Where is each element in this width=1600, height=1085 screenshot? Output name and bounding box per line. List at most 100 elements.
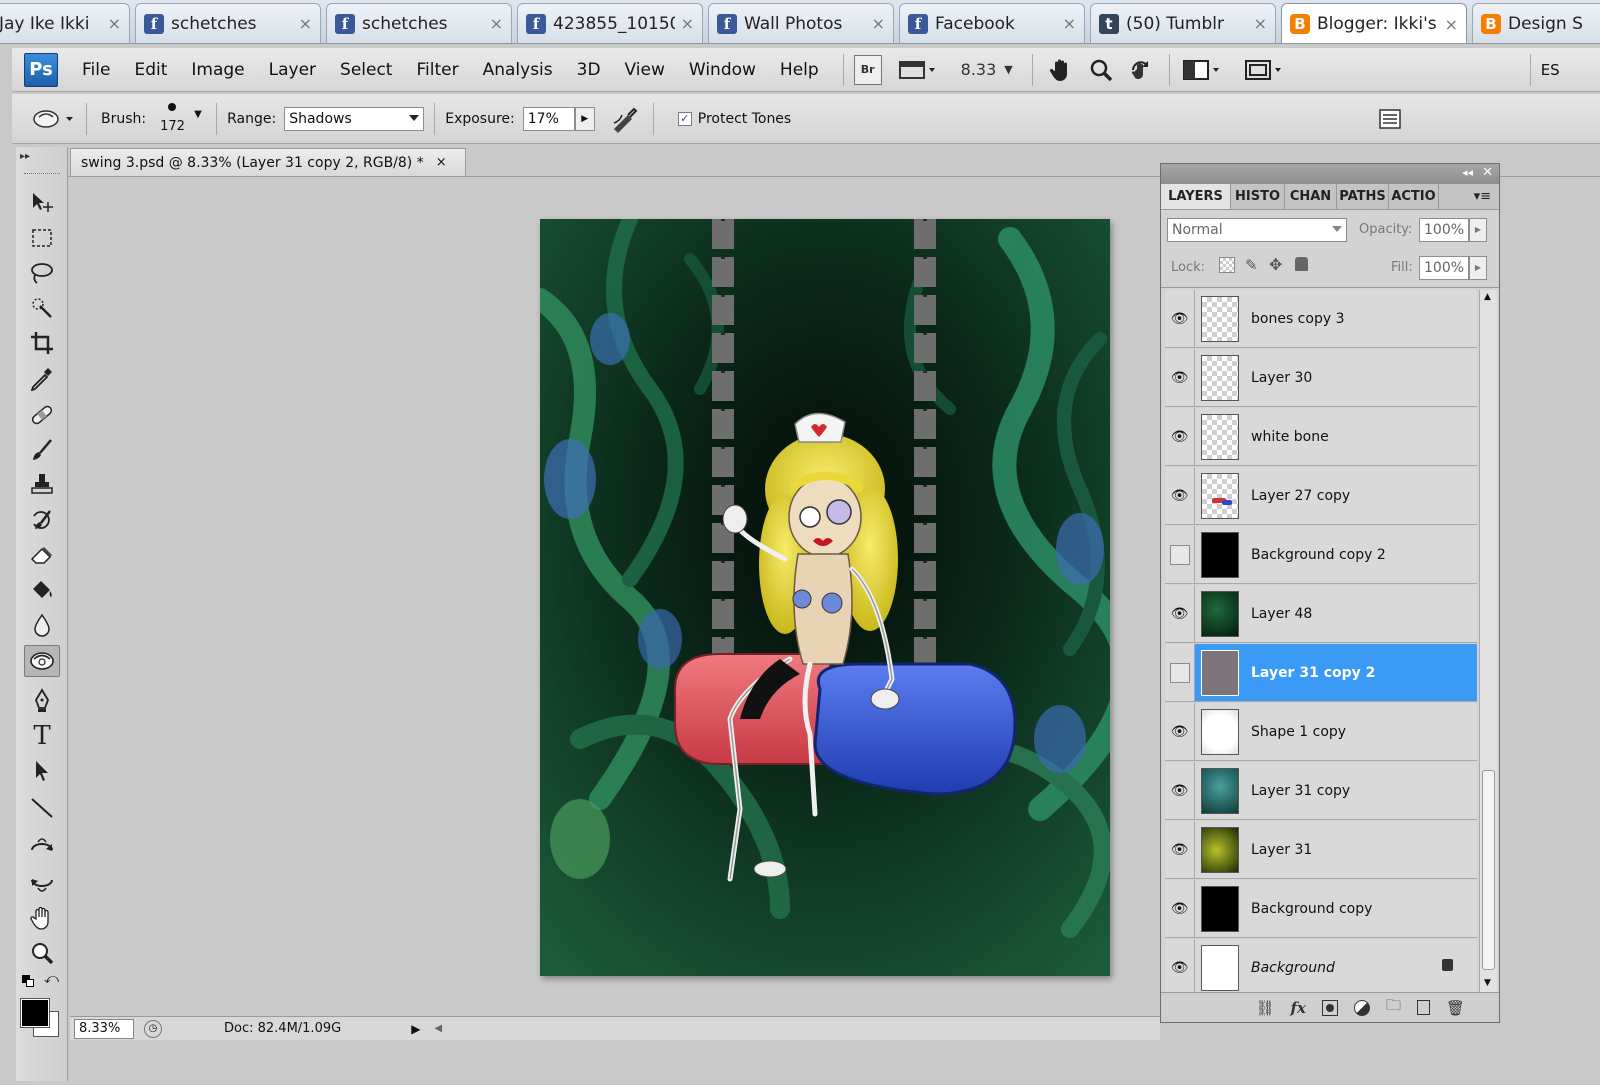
lasso-tool-icon[interactable] xyxy=(24,257,60,289)
opacity-slider-button[interactable]: ▶ xyxy=(1469,218,1487,242)
browser-tab-3[interactable]: f schetches × xyxy=(326,3,512,43)
link-layers-icon[interactable]: ⛓ xyxy=(1255,999,1274,1017)
browser-tab-9[interactable]: B Design S xyxy=(1472,3,1600,43)
visibility-toggle[interactable]: 👁 xyxy=(1165,349,1195,406)
panel-toggle-button[interactable] xyxy=(1377,104,1403,134)
browser-tab-2[interactable]: f schetches × xyxy=(135,3,321,43)
scroll-down-icon[interactable]: ▼ xyxy=(1484,978,1491,988)
visibility-toggle[interactable]: 👁 xyxy=(1165,880,1195,937)
hand-tool-button[interactable] xyxy=(1043,55,1079,85)
crop-tool-icon[interactable] xyxy=(24,327,60,359)
workspace-switcher[interactable]: ES xyxy=(1541,61,1560,79)
menu-help[interactable]: Help xyxy=(780,60,819,80)
paint-bucket-tool-icon[interactable] xyxy=(24,574,60,606)
marquee-tool-icon[interactable] xyxy=(24,222,60,254)
collapse-panel-icon[interactable]: ◂◂ xyxy=(1462,166,1473,179)
3d-orbit-tool-icon[interactable] xyxy=(24,867,60,899)
layer-style-icon[interactable]: fx xyxy=(1291,999,1306,1017)
close-icon[interactable]: × xyxy=(299,14,312,33)
visibility-toggle[interactable] xyxy=(1165,644,1195,701)
quick-selection-tool-icon[interactable] xyxy=(24,292,60,324)
lock-transparency-icon[interactable] xyxy=(1219,257,1235,273)
close-icon[interactable]: × xyxy=(1254,14,1267,33)
menu-view[interactable]: View xyxy=(625,60,665,80)
menu-window[interactable]: Window xyxy=(689,60,756,80)
bridge-button[interactable]: Br xyxy=(853,54,882,85)
exposure-slider-button[interactable]: ▶ xyxy=(574,106,595,131)
layer-row[interactable]: Background copy 2 xyxy=(1165,526,1477,584)
layer-row[interactable]: 👁 white bone xyxy=(1165,408,1477,466)
swap-colors-icon[interactable]: ⤺ xyxy=(44,971,59,987)
dodge-burn-tool-icon[interactable] xyxy=(24,645,60,677)
scroll-thumb[interactable] xyxy=(1482,770,1495,970)
document-canvas[interactable] xyxy=(540,219,1110,976)
new-layer-icon[interactable] xyxy=(1416,1000,1430,1015)
browser-tab-6[interactable]: f Facebook × xyxy=(899,3,1085,43)
path-selection-tool-icon[interactable] xyxy=(24,755,60,787)
zoom-level-field[interactable]: 8.33% xyxy=(74,1018,134,1039)
layer-row[interactable]: 👁 Shape 1 copy xyxy=(1165,703,1477,761)
panel-menu-icon[interactable]: ▾≡ xyxy=(1439,184,1497,209)
menu-layer[interactable]: Layer xyxy=(269,60,316,80)
menu-filter[interactable]: Filter xyxy=(416,60,458,80)
layer-row[interactable]: 👁 Layer 31 copy xyxy=(1165,762,1477,820)
visibility-toggle[interactable]: 👁 xyxy=(1165,939,1195,992)
browser-tab-1[interactable]: Jay Ike Ikki × xyxy=(0,3,130,43)
status-info-icon[interactable]: ◷ xyxy=(144,1019,162,1038)
panel-collapse-icon[interactable]: ▸▸ xyxy=(20,151,30,162)
close-icon[interactable]: × xyxy=(1445,15,1458,34)
layer-row[interactable]: 👁 bones copy 3 xyxy=(1165,290,1477,348)
adjustment-layer-icon[interactable] xyxy=(1353,999,1370,1016)
browser-tab-4[interactable]: f 423855_1015067 × xyxy=(517,3,703,43)
visibility-toggle[interactable]: 👁 xyxy=(1165,585,1195,642)
layer-mask-icon[interactable] xyxy=(1321,999,1338,1016)
delete-layer-icon[interactable]: 🗑 xyxy=(1446,999,1465,1017)
layer-row[interactable]: 👁 Background xyxy=(1165,939,1477,992)
menu-analysis[interactable]: Analysis xyxy=(483,60,553,80)
foreground-color-swatch[interactable] xyxy=(20,998,50,1028)
visibility-toggle[interactable] xyxy=(1165,526,1195,583)
eyedropper-tool-icon[interactable] xyxy=(24,362,60,394)
healing-brush-tool-icon[interactable] xyxy=(24,399,60,431)
lock-all-icon[interactable] xyxy=(1295,257,1308,271)
arrange-documents-button[interactable] xyxy=(1180,55,1228,85)
status-menu-arrow-icon[interactable]: ▶ xyxy=(411,1022,420,1036)
visibility-toggle[interactable]: 👁 xyxy=(1165,408,1195,465)
horizontal-scroll-left-icon[interactable]: ◀ xyxy=(434,1023,442,1034)
protect-tones-checkbox[interactable]: ✓ xyxy=(677,111,692,126)
brush-tool-icon[interactable] xyxy=(24,434,60,466)
layer-row[interactable]: 👁 Layer 48 xyxy=(1165,585,1477,643)
menu-file[interactable]: File xyxy=(82,60,110,80)
layers-scrollbar[interactable]: ▲ ▼ xyxy=(1479,290,1497,992)
tab-paths[interactable]: PATHS xyxy=(1337,184,1389,209)
tab-channels[interactable]: CHAN xyxy=(1285,184,1337,209)
zoom-tool-icon[interactable] xyxy=(24,937,60,969)
close-icon[interactable]: × xyxy=(108,14,121,33)
brush-preset-picker[interactable]: 172 ▼ xyxy=(160,99,206,139)
clone-stamp-tool-icon[interactable] xyxy=(24,469,60,501)
browser-tab-5[interactable]: f Wall Photos × xyxy=(708,3,894,43)
blend-mode-select[interactable]: Normal xyxy=(1167,218,1347,242)
document-tab[interactable]: swing 3.psd @ 8.33% (Layer 31 copy 2, RG… xyxy=(70,148,466,176)
menu-select[interactable]: Select xyxy=(340,60,392,80)
layer-row[interactable]: 👁 Layer 30 xyxy=(1165,349,1477,407)
zoom-tool-button[interactable] xyxy=(1083,55,1119,85)
close-icon[interactable]: × xyxy=(436,155,447,170)
layer-row[interactable]: 👁 Layer 31 xyxy=(1165,821,1477,879)
close-icon[interactable]: × xyxy=(490,14,503,33)
new-group-icon[interactable]: 🗀 xyxy=(1386,995,1401,1020)
visibility-toggle[interactable]: 👁 xyxy=(1165,703,1195,760)
layer-row[interactable]: 👁 Background copy xyxy=(1165,880,1477,938)
visibility-toggle[interactable]: 👁 xyxy=(1165,821,1195,878)
close-icon[interactable]: × xyxy=(872,14,885,33)
menu-image[interactable]: Image xyxy=(191,60,244,80)
visibility-toggle[interactable]: 👁 xyxy=(1165,290,1195,347)
browser-tab-8[interactable]: B Blogger: Ikki's A × xyxy=(1281,3,1467,43)
visibility-toggle[interactable]: 👁 xyxy=(1165,762,1195,819)
airbrush-toggle[interactable] xyxy=(607,104,643,134)
3d-rotate-tool-icon[interactable] xyxy=(24,831,60,863)
close-icon[interactable]: × xyxy=(681,14,694,33)
line-tool-icon[interactable] xyxy=(24,792,60,824)
screen-mode-button[interactable] xyxy=(1242,55,1290,85)
lock-pixels-icon[interactable]: ✎ xyxy=(1245,256,1258,274)
